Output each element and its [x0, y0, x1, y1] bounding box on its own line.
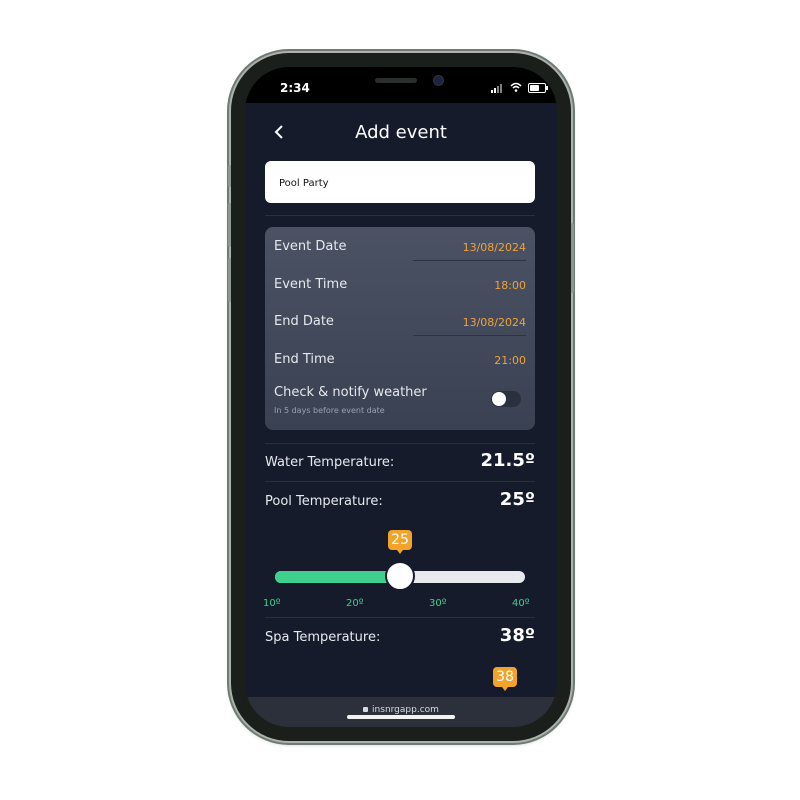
wifi-icon: [510, 82, 522, 92]
end-date-row[interactable]: End Date 13/08/2024: [265, 306, 535, 340]
divider: [265, 215, 535, 216]
page-header: Add event: [245, 117, 557, 147]
end-date-value[interactable]: 13/08/2024: [463, 316, 526, 329]
app-screen: 2:34 Add event Ev: [245, 67, 557, 727]
tick-label: 30º: [429, 598, 447, 609]
spa-slider-value-bubble: 38: [493, 667, 517, 691]
divider: [265, 481, 535, 482]
spa-temperature-row: Spa Temperature: 38º: [265, 625, 535, 651]
pool-temperature-label: Pool Temperature:: [265, 494, 383, 509]
event-time-label: Event Time: [274, 277, 348, 292]
battery-icon: [528, 83, 548, 93]
pool-temperature-slider[interactable]: [275, 561, 525, 591]
page-title: Add event: [355, 122, 447, 143]
end-time-value[interactable]: 21:00: [494, 354, 526, 367]
end-time-label: End Time: [274, 352, 335, 367]
water-temperature-value: 21.5º: [480, 450, 535, 471]
water-temperature-row: Water Temperature: 21.5º: [265, 450, 535, 476]
pool-temperature-value: 25º: [499, 489, 535, 510]
toggle-knob: [492, 392, 506, 406]
mute-switch: [228, 165, 231, 187]
divider: [413, 335, 526, 336]
divider: [413, 260, 526, 261]
end-date-label: End Date: [274, 314, 334, 329]
cellular-signal-icon: [491, 84, 505, 93]
pool-temperature-row: Pool Temperature: 25º: [265, 489, 535, 515]
pool-slider-value-bubble: 25: [388, 530, 412, 554]
event-date-label: Event Date: [274, 239, 347, 254]
volume-up-button: [228, 203, 231, 247]
lock-icon: [363, 707, 369, 712]
end-time-row[interactable]: End Time 21:00: [265, 344, 535, 378]
speaker-grille: [375, 78, 417, 83]
spa-temperature-value: 38º: [499, 625, 535, 646]
schedule-card: Event Date 13/08/2024 Event Time 18:00 E…: [265, 227, 535, 430]
phone-frame: 2:34 Add event Ev: [228, 53, 574, 741]
weather-sublabel: In 5 days before event date: [274, 406, 385, 415]
tick-label: 10º: [263, 598, 281, 609]
volume-down-button: [228, 258, 231, 302]
slider-tick-labels: 10º 20º 30º 40º: [263, 598, 539, 612]
event-date-row[interactable]: Event Date 13/08/2024: [265, 231, 535, 265]
tick-label: 40º: [512, 598, 530, 609]
tick-label: 20º: [346, 598, 364, 609]
front-camera: [433, 75, 444, 86]
event-name-input[interactable]: [277, 161, 521, 205]
divider: [265, 617, 535, 618]
url-text: insnrgapp.com: [372, 705, 439, 715]
slider-thumb[interactable]: [385, 561, 415, 591]
power-button: [571, 223, 574, 293]
spa-temperature-label: Spa Temperature:: [265, 630, 381, 645]
event-time-value[interactable]: 18:00: [494, 279, 526, 292]
status-bar: 2:34: [245, 67, 557, 103]
home-indicator[interactable]: [347, 715, 455, 719]
event-time-row[interactable]: Event Time 18:00: [265, 269, 535, 303]
divider: [265, 443, 535, 444]
event-date-value[interactable]: 13/08/2024: [463, 241, 526, 254]
status-time: 2:34: [280, 81, 310, 95]
event-name-field[interactable]: [265, 161, 535, 205]
weather-toggle[interactable]: [491, 391, 521, 407]
water-temperature-label: Water Temperature:: [265, 455, 395, 470]
weather-label: Check & notify weather: [274, 385, 427, 400]
browser-url-bar[interactable]: insnrgapp.com: [245, 697, 557, 727]
slider-fill: [275, 571, 400, 583]
